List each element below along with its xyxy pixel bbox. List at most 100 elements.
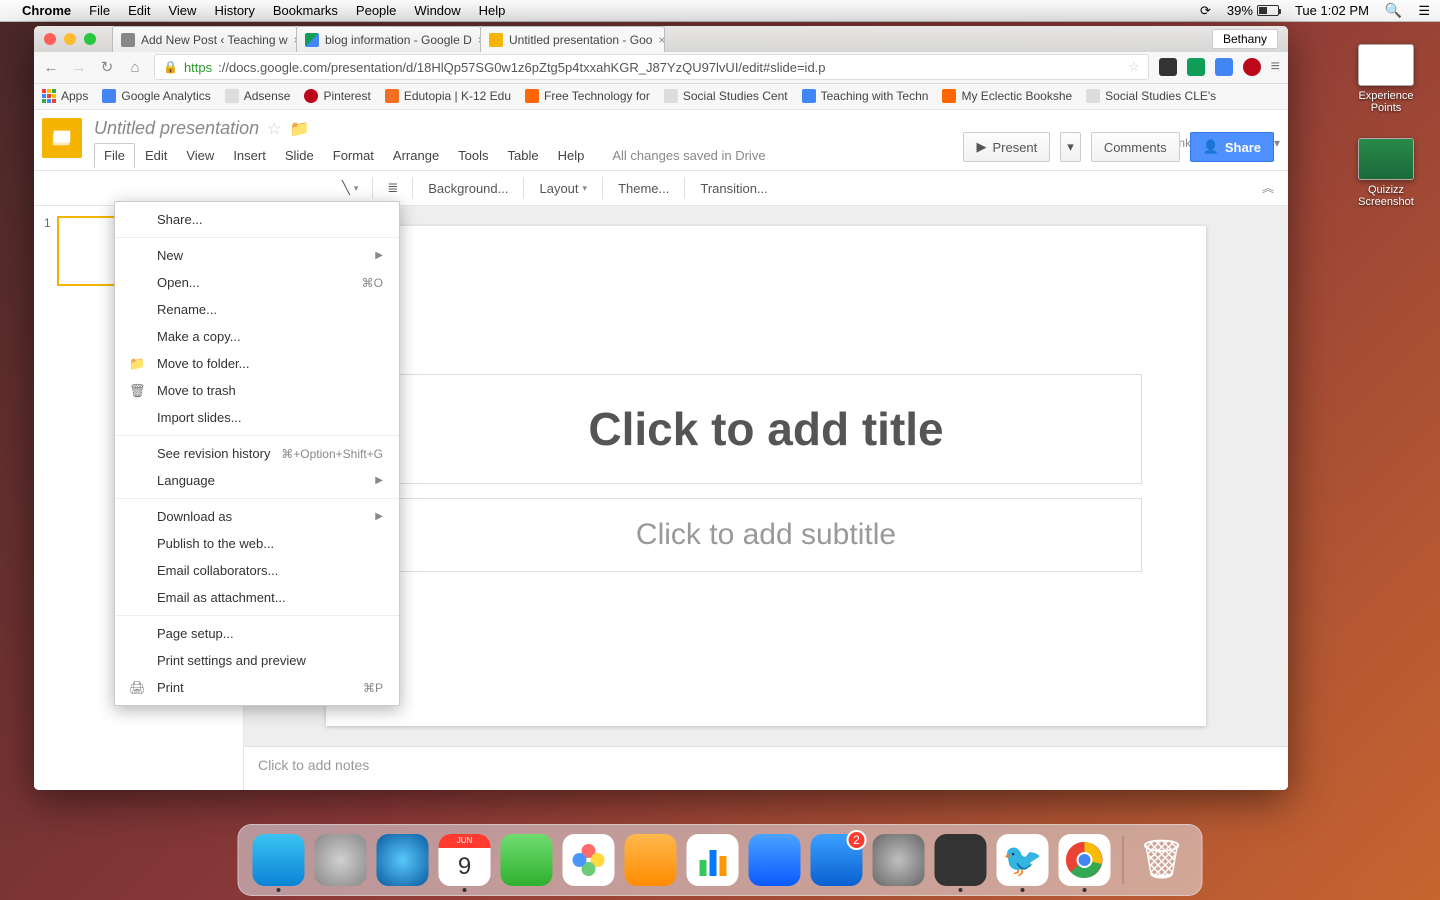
minimize-button[interactable] — [64, 33, 76, 45]
speaker-notes[interactable]: Click to add notes — [244, 746, 1288, 790]
close-button[interactable] — [44, 33, 56, 45]
dock-chrome[interactable] — [1059, 834, 1111, 886]
bookmark-item[interactable]: Free Technology for — [525, 89, 650, 103]
bookmark-item[interactable]: My Eclectic Bookshe — [942, 89, 1072, 103]
person-icon: 👤 — [1203, 139, 1219, 155]
dock-finder[interactable] — [253, 834, 305, 886]
dock-pages[interactable] — [625, 834, 677, 886]
dock-settings[interactable] — [873, 834, 925, 886]
menu-help[interactable]: Help — [479, 3, 506, 18]
subtitle-placeholder[interactable]: Click to add subtitle — [390, 498, 1142, 572]
menu-item[interactable]: Open...⌘O — [115, 269, 399, 296]
dock-keynote[interactable] — [749, 834, 801, 886]
dock-photos[interactable] — [563, 834, 615, 886]
menu-file[interactable]: File — [94, 143, 135, 168]
menu-view[interactable]: View — [168, 3, 196, 18]
bookmark-item[interactable]: Google Analytics — [102, 89, 210, 103]
menu-window[interactable]: Window — [414, 3, 460, 18]
dock-launchpad[interactable] — [315, 834, 367, 886]
transition-button[interactable]: Transition... — [691, 176, 776, 201]
separator — [115, 498, 399, 499]
home-button[interactable]: ⌂ — [126, 59, 144, 76]
menu-bookmarks[interactable]: Bookmarks — [273, 3, 338, 18]
dock-trash[interactable]: 🗑 — [1136, 834, 1188, 886]
desktop-file-2[interactable]: Quizizz Screenshot — [1346, 138, 1426, 208]
spotlight-icon[interactable]: 🔍 — [1385, 2, 1402, 19]
tab-1[interactable]: Add New Post ‹ Teaching w × — [112, 26, 297, 52]
menu-item[interactable]: Email as attachment... — [115, 584, 399, 611]
profile-button[interactable]: Bethany — [1212, 29, 1278, 49]
address-bar[interactable]: 🔒 https://docs.google.com/presentation/d… — [154, 54, 1149, 80]
menu-item[interactable]: 📁Move to folder... — [115, 350, 399, 377]
chevron-right-icon: ▶ — [375, 475, 383, 486]
menu-item[interactable]: Print settings and preview — [115, 647, 399, 674]
menu-app[interactable]: Chrome — [22, 3, 71, 18]
theme-button[interactable]: Theme... — [609, 176, 678, 201]
dock-calendar[interactable]: JUN9 — [439, 834, 491, 886]
dock-twitter[interactable]: 🐦 — [997, 834, 1049, 886]
menu-item[interactable]: Download as▶ — [115, 503, 399, 530]
menu-item[interactable]: See revision history⌘+Option+Shift+G — [115, 440, 399, 467]
bookmark-item[interactable]: Social Studies CLE's — [1086, 89, 1216, 103]
present-button[interactable]: ▶Present — [963, 132, 1050, 162]
sync-icon[interactable]: ⟳ — [1200, 3, 1211, 19]
reload-button[interactable]: ↻ — [98, 58, 116, 76]
bookmark-item[interactable]: Adsense — [225, 89, 291, 103]
extension-icon[interactable] — [1215, 58, 1233, 76]
tab-3[interactable]: Untitled presentation - Goo × — [480, 26, 665, 52]
title-placeholder[interactable]: Click to add title — [390, 374, 1142, 484]
menu-item[interactable]: 🖨Print⌘P — [115, 674, 399, 701]
layout-button[interactable]: Layout ▾ — [530, 176, 596, 201]
present-dropdown[interactable]: ▾ — [1060, 132, 1081, 162]
extension-icon[interactable] — [1187, 58, 1205, 76]
bookmark-item[interactable]: Teaching with Techn — [802, 89, 929, 103]
menu-item[interactable]: 🗑Move to trash — [115, 377, 399, 404]
chrome-menu-icon[interactable]: ≡ — [1271, 58, 1280, 76]
menu-item[interactable]: Language▶ — [115, 467, 399, 494]
menu-file[interactable]: File — [89, 3, 110, 18]
dock-appstore[interactable]: 2 — [811, 834, 863, 886]
dock-messages[interactable] — [501, 834, 553, 886]
bookmark-item[interactable]: Social Studies Cent — [664, 89, 788, 103]
bookmark-item[interactable]: Edutopia | K-12 Edu — [385, 89, 511, 103]
pinterest-icon[interactable] — [1243, 58, 1261, 76]
menu-history[interactable]: History — [214, 3, 254, 18]
battery-status[interactable]: 39% — [1227, 3, 1279, 18]
close-icon[interactable]: × — [658, 33, 665, 47]
collapse-icon[interactable]: ︽ — [1262, 179, 1274, 196]
dock-safari[interactable] — [377, 834, 429, 886]
tab-2[interactable]: blog information - Google D × — [296, 26, 481, 52]
align-tool[interactable]: ≣ — [379, 176, 406, 200]
share-button[interactable]: 👤Share — [1190, 132, 1274, 162]
slide-canvas[interactable]: Click to add title Click to add subtitle — [326, 226, 1206, 726]
forward-button[interactable]: → — [70, 59, 88, 76]
dock-numbers[interactable] — [687, 834, 739, 886]
favicon-icon — [121, 33, 135, 47]
notification-icon[interactable]: ☰ — [1418, 3, 1430, 19]
bookmark-apps[interactable]: Apps — [42, 89, 88, 103]
desktop-file-1[interactable]: Experience Points — [1346, 44, 1426, 114]
line-tool[interactable]: ╲ ▾ — [334, 176, 366, 200]
menu-item[interactable]: Rename... — [115, 296, 399, 323]
menu-people[interactable]: People — [356, 3, 396, 18]
clock[interactable]: Tue 1:02 PM — [1295, 3, 1369, 18]
dock-calculator[interactable] — [935, 834, 987, 886]
menu-item[interactable]: Page setup... — [115, 620, 399, 647]
comments-button[interactable]: Comments — [1091, 132, 1180, 162]
menu-edit[interactable]: Edit — [128, 3, 150, 18]
menu-item[interactable]: Share... — [115, 206, 399, 233]
bookmark-item[interactable]: Pinterest — [304, 89, 370, 103]
separator — [115, 615, 399, 616]
background-button[interactable]: Background... — [419, 176, 517, 201]
menu-item[interactable]: Import slides... — [115, 404, 399, 431]
chevron-right-icon: ▶ — [375, 511, 383, 522]
menu-item[interactable]: Email collaborators... — [115, 557, 399, 584]
back-button[interactable]: ← — [42, 59, 60, 76]
star-icon[interactable]: ☆ — [1128, 59, 1140, 75]
dock-separator — [1123, 836, 1124, 884]
extension-icon[interactable] — [1159, 58, 1177, 76]
zoom-button[interactable] — [84, 33, 96, 45]
menu-item[interactable]: New▶ — [115, 242, 399, 269]
menu-item[interactable]: Make a copy... — [115, 323, 399, 350]
menu-item[interactable]: Publish to the web... — [115, 530, 399, 557]
